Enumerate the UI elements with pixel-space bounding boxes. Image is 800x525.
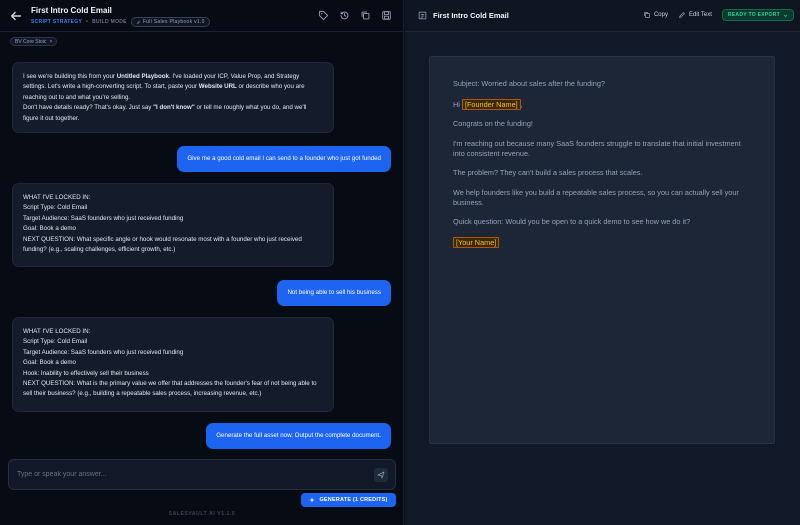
- tag-icon[interactable]: [318, 10, 329, 21]
- generate-button[interactable]: GENERATE (1 CREDITS): [301, 493, 396, 507]
- chat-panel: First Intro Cold Email SCRIPT STRATEGY •…: [0, 0, 404, 525]
- script-strategy-label: SCRIPT STRATEGY: [31, 19, 83, 25]
- history-icon[interactable]: [339, 10, 350, 21]
- chat-title: First Intro Cold Email: [31, 6, 112, 15]
- bot-message: WHAT I'VE LOCKED IN: Script Type: Cold E…: [12, 317, 334, 412]
- user-message: Not being able to sell his business: [277, 280, 391, 306]
- user-message: Generate the full asset now. Output the …: [206, 423, 391, 449]
- locked-line: Script Type: Cold Email: [23, 204, 88, 212]
- email-paragraph: Congrats on the funding!: [453, 119, 533, 128]
- locked-line: Target Audience: SaaS founders who just …: [23, 214, 184, 222]
- message-text: Not being able to sell his business: [287, 288, 381, 296]
- locked-line: Hook: Inability to effectively sell thei…: [23, 369, 149, 377]
- header-actions: [318, 10, 392, 21]
- email-document[interactable]: Subject: Worried about sales after the f…: [429, 56, 775, 444]
- edit-text-button[interactable]: Edit Text: [678, 11, 712, 19]
- email-paragraph: The problem? They can't build a sales pr…: [453, 168, 643, 178]
- locked-line: Goal: Book a demo: [23, 225, 76, 233]
- core-chip[interactable]: BV Core Stoic ×: [10, 37, 58, 46]
- greeting-text: Hi: [453, 99, 460, 109]
- edit-icon: [679, 12, 685, 18]
- chat-header: First Intro Cold Email SCRIPT STRATEGY •…: [0, 0, 404, 32]
- message-text: Generate the full asset now. Output the …: [216, 431, 381, 439]
- export-label: READY TO EXPORT: [727, 12, 780, 18]
- bot-message: WHAT I'VE LOCKED IN: Script Type: Cold E…: [12, 183, 334, 267]
- email-greeting: Hi [Founder Name],: [453, 98, 751, 110]
- email-paragraph: We help founders like you build a repeat…: [453, 187, 739, 207]
- locked-heading: WHAT I'VE LOCKED IN:: [23, 328, 91, 335]
- email-paragraph: I'm reaching out because many SaaS found…: [453, 138, 741, 158]
- document-header: First Intro Cold Email Copy Edit Text RE…: [405, 0, 800, 32]
- send-icon: [377, 471, 385, 479]
- composer: [8, 459, 396, 490]
- next-question: NEXT QUESTION: What is the primary value…: [23, 380, 317, 398]
- back-arrow-icon[interactable]: [9, 9, 23, 23]
- version-label: SALESVAULT AI V1.1.0: [168, 511, 236, 517]
- message-bold: Website URL: [198, 83, 237, 91]
- locked-heading: WHAT I'VE LOCKED IN:: [23, 194, 91, 201]
- message-text: I see we're building this from your: [23, 73, 117, 80]
- edit-label: Edit Text: [688, 12, 712, 18]
- close-icon[interactable]: ×: [49, 39, 52, 45]
- chat-subtitle: SCRIPT STRATEGY • BUILD MODE Full Sales …: [31, 17, 210, 27]
- copy-button[interactable]: Copy: [643, 11, 668, 19]
- chevron-down-icon: [783, 14, 788, 17]
- next-question: NEXT QUESTION: What specific angle or ho…: [23, 235, 302, 254]
- core-chip-label: BV Core Stoic: [15, 38, 47, 45]
- document-icon: [418, 11, 427, 20]
- link-icon: [136, 20, 141, 24]
- message-bold: "I don't know": [153, 104, 195, 112]
- email-signoff: [Your Name]: [453, 236, 751, 248]
- user-message: Give me a good cold email I can send to …: [177, 146, 391, 172]
- sparkle-icon: [309, 497, 316, 503]
- send-button[interactable]: [374, 468, 388, 482]
- locked-line: Goal: Book a demo: [23, 359, 76, 367]
- document-panel: First Intro Cold Email Copy Edit Text RE…: [405, 0, 800, 525]
- copy-icon: [644, 12, 650, 18]
- message-bold: Untitled Playbook: [116, 73, 169, 80]
- locked-line: Script Type: Cold Email: [23, 338, 88, 346]
- greeting-comma: ,: [520, 99, 523, 109]
- generate-label: GENERATE (1 CREDITS): [319, 497, 388, 503]
- export-button[interactable]: READY TO EXPORT: [721, 9, 794, 21]
- copy-icon[interactable]: [360, 10, 371, 21]
- copy-label: Copy: [653, 12, 668, 18]
- email-subject: Subject: Worried about sales after the f…: [453, 79, 605, 88]
- message-text: Don't have details ready? That's okay. J…: [23, 104, 154, 112]
- document-title: First Intro Cold Email: [433, 11, 509, 20]
- answer-input[interactable]: [9, 460, 359, 489]
- separator: •: [86, 19, 89, 25]
- your-name-placeholder[interactable]: [Your Name]: [453, 236, 500, 248]
- founder-name-placeholder[interactable]: [Founder Name]: [461, 98, 521, 110]
- playbook-label: Full Sales Playbook v1.0: [142, 19, 205, 25]
- bot-message: I see we're building this from your Unti…: [12, 62, 334, 133]
- save-icon[interactable]: [381, 10, 392, 21]
- build-mode-label: BUILD MODE: [92, 19, 127, 25]
- playbook-pill[interactable]: Full Sales Playbook v1.0: [130, 17, 210, 27]
- email-paragraph: Quick question: Would you be open to a q…: [453, 217, 691, 227]
- message-text: Give me a good cold email I can send to …: [187, 154, 381, 162]
- document-actions: Copy Edit Text READY TO EXPORT: [643, 9, 794, 21]
- locked-line: Target Audience: SaaS founders who just …: [23, 348, 184, 356]
